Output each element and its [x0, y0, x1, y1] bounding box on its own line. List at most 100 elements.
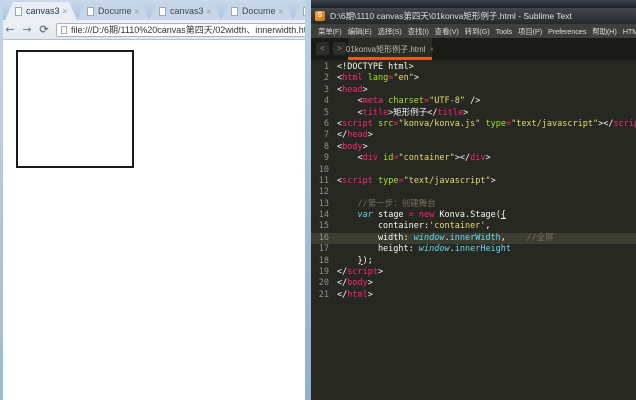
url-text[interactable]: file:///D:/6期/1110%20canvas第四天/02width、i…: [71, 23, 310, 36]
code-line[interactable]: 21</html>: [311, 290, 636, 301]
code-line[interactable]: 8<body>: [311, 142, 636, 153]
menu-item[interactable]: 帮助(H): [592, 26, 616, 37]
code-line[interactable]: 3<head>: [311, 85, 636, 96]
tab-close-icon[interactable]: ×: [134, 7, 139, 16]
code-line[interactable]: 4 <meta charset="UTF-8" />: [311, 96, 636, 107]
browser-tab[interactable]: Document×: [221, 2, 293, 20]
token: >: [414, 73, 419, 83]
code-line[interactable]: 6<script src="konva/konva.js" type="text…: [311, 119, 636, 130]
token: <: [337, 153, 363, 163]
token: >: [368, 130, 373, 140]
code-line[interactable]: 13 //第一步：创建舞台: [311, 199, 636, 210]
line-number: 3: [311, 85, 337, 96]
line-number: 13: [311, 199, 337, 210]
token: head: [347, 130, 367, 140]
menu-item[interactable]: 转到(G): [465, 26, 490, 37]
code-text: </head>: [337, 130, 373, 141]
menu-item[interactable]: 查看(V): [435, 26, 459, 37]
code-line[interactable]: 7</head>: [311, 130, 636, 141]
token: title: [438, 108, 464, 118]
omnibox[interactable]: file:///D:/6期/1110%20canvas第四天/02width、i…: [56, 23, 310, 37]
line-number: 20: [311, 278, 337, 289]
menu-item[interactable]: 项目(P): [518, 26, 542, 37]
editor-tab-close-icon[interactable]: ×: [429, 45, 434, 54]
code-line[interactable]: 15 container:'container',: [311, 221, 636, 232]
token: ></: [455, 153, 470, 163]
menu-item[interactable]: 选择(S): [378, 26, 402, 37]
token: ,: [501, 233, 527, 243]
token: );: [363, 256, 373, 266]
token: script: [342, 119, 373, 129]
code-line[interactable]: 14 var stage = new Konva.Stage({: [311, 210, 636, 221]
code-line[interactable]: 16 width: window.innerWidth, //全屏: [311, 233, 636, 244]
code-line[interactable]: 18 });: [311, 256, 636, 267]
token: "en": [393, 73, 413, 83]
menu-item[interactable]: 查找(I): [408, 26, 429, 37]
token: script: [342, 176, 373, 186]
code-text: <script type="text/javascript">: [337, 176, 496, 187]
tab-close-icon[interactable]: ×: [62, 7, 67, 16]
token: >: [491, 176, 496, 186]
token: >: [378, 267, 383, 277]
menu-item[interactable]: 菜单(F): [318, 26, 342, 37]
token: >: [363, 142, 368, 152]
code-line[interactable]: 12: [311, 187, 636, 198]
code-line[interactable]: 11<script type="text/javascript">: [311, 176, 636, 187]
line-number: 12: [311, 187, 337, 198]
chrome-window-border: [0, 0, 3, 400]
sublime-titlebar[interactable]: S D:\6期\1110 canvas第四天\01konva矩形例子.html …: [311, 8, 636, 24]
token: "UTF-8": [429, 96, 465, 106]
code-line[interactable]: 5 <title>矩形例子</title>: [311, 108, 636, 119]
chrome-tab-strip-background: canvas3×Document×canvas3×Document×: [0, 0, 312, 20]
code-line[interactable]: 19</script>: [311, 267, 636, 278]
tab-label: canvas3: [170, 6, 203, 16]
token: //第一步：创建舞台: [357, 199, 435, 209]
line-number: 9: [311, 153, 337, 164]
code-text: height: window.innerHeight: [337, 244, 511, 255]
line-number: 4: [311, 96, 337, 107]
code-text: width: window.innerWidth, //全屏: [337, 233, 554, 244]
browser-tab[interactable]: Document×: [77, 2, 149, 20]
code-line[interactable]: 10: [311, 165, 636, 176]
token: div: [363, 153, 378, 163]
token: ,: [485, 221, 490, 231]
code-line[interactable]: 9 <div id="container"></div>: [311, 153, 636, 164]
tab-history-back-button[interactable]: <: [316, 42, 329, 55]
menu-item[interactable]: Preferences: [548, 27, 586, 36]
token: lang: [368, 73, 388, 83]
browser-tab[interactable]: canvas3×: [5, 2, 77, 20]
code-text: </script>: [337, 267, 383, 278]
forward-button[interactable]: →: [20, 23, 34, 36]
tab-history-forward-button[interactable]: >: [333, 42, 346, 55]
token: stage: [373, 210, 409, 220]
tab-close-icon[interactable]: ×: [206, 7, 211, 16]
browser-tab[interactable]: canvas3×: [149, 2, 221, 20]
tab-label: canvas3: [26, 6, 59, 16]
token: </: [337, 290, 347, 300]
code-editor[interactable]: 1<!DOCTYPE html>2<html lang="en">3<head>…: [311, 60, 636, 400]
token: id: [383, 153, 393, 163]
token: />: [465, 96, 480, 106]
reload-button[interactable]: ⟳: [37, 23, 51, 36]
line-number: 6: [311, 119, 337, 130]
token: >: [368, 290, 373, 300]
menu-item[interactable]: HTML5 Tools: [623, 27, 636, 36]
line-number: 2: [311, 73, 337, 84]
code-line[interactable]: 17 height: window.innerHeight: [311, 244, 636, 255]
code-line[interactable]: 2<html lang="en">: [311, 73, 636, 84]
token: div: [470, 153, 485, 163]
code-line[interactable]: 1<!DOCTYPE html>: [311, 62, 636, 73]
token: script: [347, 267, 378, 277]
code-line[interactable]: 20</body>: [311, 278, 636, 289]
line-number: 18: [311, 256, 337, 267]
line-number: 1: [311, 62, 337, 73]
menu-item[interactable]: Tools: [496, 27, 513, 36]
token: </: [337, 278, 347, 288]
line-number: 21: [311, 290, 337, 301]
tab-close-icon[interactable]: ×: [278, 7, 283, 16]
editor-tab-label: 01konva矩形例子.html: [346, 44, 426, 55]
token: Konva.Stage(: [434, 210, 501, 220]
back-button[interactable]: ←: [3, 23, 17, 36]
page-icon: [87, 7, 94, 16]
menu-item[interactable]: 编辑(E): [348, 26, 372, 37]
